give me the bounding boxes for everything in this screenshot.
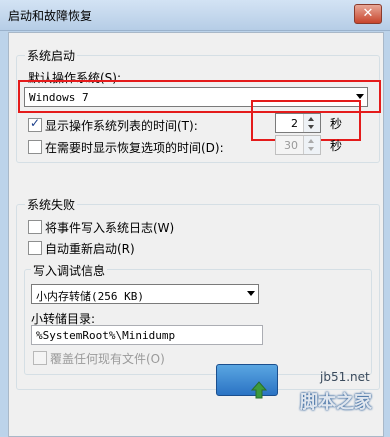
dump-type-select[interactable]: 小内存转储(256 KB) [31, 284, 259, 304]
os-list-time-stepper[interactable]: 2 [275, 113, 321, 133]
chevron-up-icon[interactable] [308, 117, 314, 121]
show-os-list-label: 显示操作系统列表的时间(T): [45, 119, 198, 133]
overwrite-label: 覆盖任何现有文件(O) [50, 352, 165, 366]
auto-restart-checkbox[interactable] [28, 241, 42, 255]
close-icon: ✕ [362, 6, 374, 21]
os-list-time-value: 2 [291, 117, 298, 130]
os-list-unit: 秒 [330, 117, 343, 131]
chevron-down-icon [356, 94, 364, 99]
window-title: 启动和故障恢复 [8, 9, 93, 23]
chevron-down-icon [247, 291, 255, 296]
recovery-time-unit: 秒 [330, 139, 343, 153]
title-bar: 启动和故障恢复 ✕ [0, 0, 390, 31]
default-os-value: Windows 7 [29, 91, 89, 104]
close-button[interactable]: ✕ [354, 4, 382, 24]
auto-restart-label: 自动重新启动(R) [45, 242, 135, 256]
stepper-buttons[interactable] [303, 114, 320, 132]
recovery-time-stepper[interactable]: 30 [275, 135, 321, 155]
show-recovery-checkbox[interactable] [28, 140, 42, 154]
show-recovery-label: 在需要时显示恢复选项的时间(D): [45, 141, 224, 155]
dump-dir-input[interactable] [32, 326, 262, 344]
dump-type-value: 小内存转储(256 KB) [36, 290, 144, 303]
chevron-up-icon[interactable] [308, 139, 314, 143]
watermark-site: jb51.net [320, 370, 370, 384]
write-event-label: 将事件写入系统日志(W) [45, 221, 175, 235]
dump-dir-field[interactable] [31, 325, 263, 345]
system-startup-title: 系统启动 [25, 47, 78, 64]
write-event-checkbox[interactable] [28, 220, 42, 234]
watermark-brand: 脚本之家 [300, 392, 372, 413]
recovery-time-value: 30 [284, 139, 298, 152]
debug-info-title: 写入调试信息 [31, 262, 108, 279]
watermark-arrow-icon [250, 381, 268, 399]
stepper-buttons[interactable] [303, 136, 320, 154]
overwrite-checkbox[interactable] [33, 351, 47, 365]
chevron-down-icon[interactable] [308, 147, 314, 151]
system-failure-title: 系统失败 [25, 196, 78, 213]
show-os-list-checkbox[interactable] [28, 116, 42, 132]
chevron-down-icon[interactable] [308, 125, 314, 129]
